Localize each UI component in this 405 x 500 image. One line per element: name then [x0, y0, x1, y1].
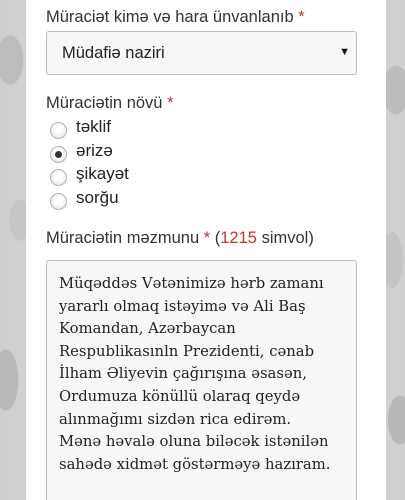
radio-button[interactable]	[50, 193, 67, 210]
radio-label: sorğu	[76, 188, 119, 207]
required-mark: *	[203, 229, 211, 247]
type-label: Müraciətin növü *	[46, 94, 174, 113]
radio-option-erize[interactable]: ərizə	[50, 141, 250, 165]
radio-label: ərizə	[76, 141, 113, 160]
content-line: İlham Əliyevin çağırışına əsasən,	[59, 365, 307, 383]
radio-button[interactable]	[50, 122, 67, 139]
radio-label: təklif	[76, 117, 111, 136]
recipient-select[interactable]: Müdafiə naziri ▼	[46, 31, 357, 75]
type-label-text: Müraciətin növü	[46, 94, 163, 112]
char-count-unit: simvol)	[261, 229, 314, 247]
content-line: alınmağımı sizdən rica edirəm.	[59, 410, 292, 428]
content-line: Müqəddəs Vətənimizə hərb zamanı	[59, 275, 324, 292]
content-label-text: Müraciətin məzmunu	[46, 229, 200, 247]
radio-option-sorgu[interactable]: sorğu	[50, 188, 250, 212]
appeal-form: Müraciət kimə və hara ünvanlanıb * Müdaf…	[26, 0, 386, 500]
radio-label: şikayət	[76, 164, 129, 183]
content-label: Müraciətin məzmunu * (1215 simvol)	[46, 229, 314, 248]
radio-option-sikayet[interactable]: şikayət	[50, 164, 250, 188]
radio-button-checked[interactable]	[50, 146, 67, 163]
char-count-value: 1215	[220, 229, 257, 247]
recipient-label-text: Müraciət kimə və hara ünvanlanıb	[46, 8, 294, 26]
required-mark: *	[167, 94, 174, 112]
content-line: Komandan, Azərbaycan	[59, 320, 236, 338]
required-mark: *	[298, 8, 305, 26]
radio-option-teklif[interactable]: təklif	[50, 117, 250, 141]
content-line: sahədə xidmət göstərməyə hazıram.	[59, 455, 331, 473]
content-textarea[interactable]: Müqəddəs Vətənimizə hərb zamanı yararlı …	[46, 260, 357, 500]
recipient-label: Müraciət kimə və hara ünvanlanıb *	[46, 8, 305, 27]
recipient-select-value: Müdafiə naziri	[62, 44, 165, 62]
radio-button[interactable]	[50, 169, 67, 186]
dropdown-arrow-icon: ▼	[339, 46, 350, 58]
content-line: Mənə həvalə oluna biləcək istənilən	[59, 433, 329, 451]
content-line: Respublikasınln Prezidenti, cənab	[59, 342, 315, 360]
content-line: Ordumuza könüllü olaraq qeydə	[59, 387, 301, 405]
content-line: yararlı olmaq istəyimə və Ali Baş	[59, 297, 306, 315]
